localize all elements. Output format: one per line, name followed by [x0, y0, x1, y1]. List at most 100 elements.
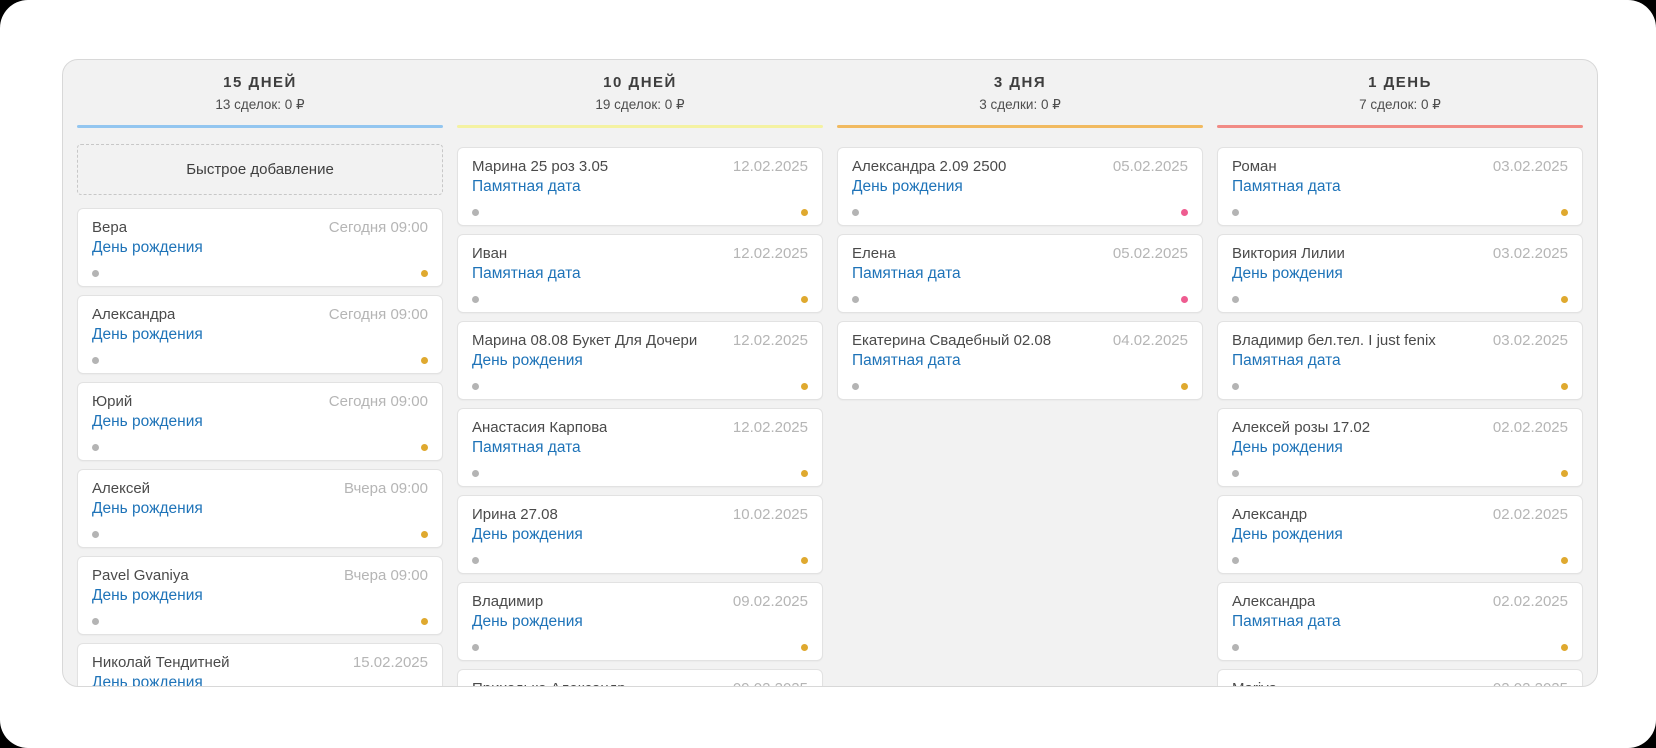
- deal-date: 04.02.2025: [1113, 332, 1188, 349]
- deal-status-row: [472, 383, 808, 390]
- deal-card[interactable]: Марина 08.08 Букет Для Дочери 12.02.2025…: [457, 321, 823, 400]
- deal-name: Александра 2.09 2500: [852, 158, 1006, 175]
- deal-card[interactable]: Вера Сегодня 09:00 День рождения: [77, 208, 443, 287]
- deal-name: Александр: [1232, 506, 1307, 523]
- status-dot-gray-icon: [92, 531, 99, 538]
- deal-date: 12.02.2025: [733, 419, 808, 436]
- status-dot-gray-icon: [472, 644, 479, 651]
- deal-card-header: Владимир бел.тел. I just fenix 03.02.202…: [1232, 332, 1568, 349]
- deal-card[interactable]: Приходько Александр 09.02.2025 День рожд…: [457, 669, 823, 687]
- kanban-board: 15 ДНЕЙ 13 сделок: 0 ₽ Быстрое добавлени…: [62, 59, 1598, 687]
- deal-tag-link[interactable]: День рождения: [1232, 439, 1343, 457]
- deal-card[interactable]: Ирина 27.08 10.02.2025 День рождения: [457, 495, 823, 574]
- deal-tag-link[interactable]: День рождения: [92, 239, 203, 257]
- deal-tag-link[interactable]: Памятная дата: [472, 265, 581, 283]
- deal-card-header: Александра Сегодня 09:00: [92, 306, 428, 323]
- deal-card[interactable]: Иван 12.02.2025 Памятная дата: [457, 234, 823, 313]
- column-header: 10 ДНЕЙ 19 сделок: 0 ₽: [457, 60, 823, 113]
- deal-date: 09.02.2025: [733, 680, 808, 687]
- deal-card[interactable]: Pavel Gvaniya Вчера 09:00 День рождения: [77, 556, 443, 635]
- deal-status-row: [92, 531, 428, 538]
- deal-tag-link[interactable]: Памятная дата: [472, 439, 581, 457]
- status-dot-gray-icon: [1232, 557, 1239, 564]
- deal-tag-link[interactable]: День рождения: [92, 413, 203, 431]
- deal-name: Алексей: [92, 480, 150, 497]
- deal-date: 12.02.2025: [733, 245, 808, 262]
- column-title: 15 ДНЕЙ: [77, 74, 443, 91]
- deal-tag-link[interactable]: День рождения: [472, 352, 583, 370]
- deal-tag-link[interactable]: День рождения: [1232, 526, 1343, 544]
- deal-name: Ирина 27.08: [472, 506, 558, 523]
- deal-date: Сегодня 09:00: [329, 219, 428, 236]
- status-dot-colored-icon: [421, 270, 428, 277]
- deal-card[interactable]: Александра Сегодня 09:00 День рождения: [77, 295, 443, 374]
- deal-name: Роман: [1232, 158, 1277, 175]
- deal-tag-link[interactable]: День рождения: [1232, 265, 1343, 283]
- deal-card[interactable]: Владимир бел.тел. I just fenix 03.02.202…: [1217, 321, 1583, 400]
- columns-container: 15 ДНЕЙ 13 сделок: 0 ₽ Быстрое добавлени…: [77, 60, 1583, 686]
- status-dot-colored-icon: [1561, 557, 1568, 564]
- deal-tag-link[interactable]: Памятная дата: [1232, 352, 1341, 370]
- column-header: 15 ДНЕЙ 13 сделок: 0 ₽: [77, 60, 443, 113]
- deal-card[interactable]: Виктория Лилии 03.02.2025 День рождения: [1217, 234, 1583, 313]
- column-accent-line: [837, 125, 1203, 128]
- deal-status-row: [1232, 296, 1568, 303]
- deal-status-row: [1232, 470, 1568, 477]
- deal-status-row: [472, 644, 808, 651]
- deal-card[interactable]: Алексей Вчера 09:00 День рождения: [77, 469, 443, 548]
- deal-tag-link[interactable]: День рождения: [92, 500, 203, 518]
- deal-tag-link[interactable]: День рождения: [92, 674, 203, 687]
- deal-name: Mariya: [1232, 680, 1277, 687]
- deal-card[interactable]: Марина 25 роз 3.05 12.02.2025 Памятная д…: [457, 147, 823, 226]
- deal-card-header: Владимир 09.02.2025: [472, 593, 808, 610]
- deal-status-row: [472, 296, 808, 303]
- deal-tag-link[interactable]: День рождения: [852, 178, 963, 196]
- deal-card[interactable]: Анастасия Карпова 12.02.2025 Памятная да…: [457, 408, 823, 487]
- deal-card[interactable]: Владимир 09.02.2025 День рождения: [457, 582, 823, 661]
- deal-card[interactable]: Елена 05.02.2025 Памятная дата: [837, 234, 1203, 313]
- status-dot-colored-icon: [1561, 209, 1568, 216]
- deal-name: Екатерина Свадебный 02.08: [852, 332, 1051, 349]
- deal-card-header: Роман 03.02.2025: [1232, 158, 1568, 175]
- deal-tag-link[interactable]: День рождения: [472, 526, 583, 544]
- status-dot-gray-icon: [852, 383, 859, 390]
- deal-card-header: Алексей Вчера 09:00: [92, 480, 428, 497]
- status-dot-colored-icon: [801, 470, 808, 477]
- deal-tag-link[interactable]: Памятная дата: [852, 265, 961, 283]
- deal-card-header: Екатерина Свадебный 02.08 04.02.2025: [852, 332, 1188, 349]
- deal-card[interactable]: Юрий Сегодня 09:00 День рождения: [77, 382, 443, 461]
- deal-tag-link[interactable]: День рождения: [92, 326, 203, 344]
- status-dot-gray-icon: [472, 209, 479, 216]
- status-dot-gray-icon: [1232, 209, 1239, 216]
- deal-name: Марина 25 роз 3.05: [472, 158, 608, 175]
- deal-card-header: Юрий Сегодня 09:00: [92, 393, 428, 410]
- deal-date: Вчера 09:00: [344, 480, 428, 497]
- quick-add-button[interactable]: Быстрое добавление: [77, 144, 443, 195]
- deal-card[interactable]: Роман 03.02.2025 Памятная дата: [1217, 147, 1583, 226]
- deal-status-row: [852, 383, 1188, 390]
- deal-card[interactable]: Екатерина Свадебный 02.08 04.02.2025 Пам…: [837, 321, 1203, 400]
- status-dot-gray-icon: [92, 444, 99, 451]
- deal-name: Приходько Александр: [472, 680, 626, 687]
- deal-card[interactable]: Mariya 02.02.2025 Памятная дата: [1217, 669, 1583, 687]
- deal-card[interactable]: Александра 2.09 2500 05.02.2025 День рож…: [837, 147, 1203, 226]
- deal-tag-link[interactable]: Памятная дата: [852, 352, 961, 370]
- status-dot-colored-icon: [1561, 383, 1568, 390]
- deal-card[interactable]: Александр 02.02.2025 День рождения: [1217, 495, 1583, 574]
- deal-date: 10.02.2025: [733, 506, 808, 523]
- deal-card[interactable]: Николай Тендитней 15.02.2025 День рожден…: [77, 643, 443, 687]
- deal-card[interactable]: Александра 02.02.2025 Памятная дата: [1217, 582, 1583, 661]
- deal-card[interactable]: Алексей розы 17.02 02.02.2025 День рожде…: [1217, 408, 1583, 487]
- deal-tag-link[interactable]: Памятная дата: [1232, 178, 1341, 196]
- deal-card-header: Алексей розы 17.02 02.02.2025: [1232, 419, 1568, 436]
- deal-card-header: Pavel Gvaniya Вчера 09:00: [92, 567, 428, 584]
- deal-card-header: Анастасия Карпова 12.02.2025: [472, 419, 808, 436]
- deal-tag-link[interactable]: Памятная дата: [1232, 613, 1341, 631]
- deal-tag-link[interactable]: День рождения: [472, 613, 583, 631]
- deal-tag-link[interactable]: Памятная дата: [472, 178, 581, 196]
- deal-card-header: Ирина 27.08 10.02.2025: [472, 506, 808, 523]
- deal-tag-link[interactable]: День рождения: [92, 587, 203, 605]
- deal-date: 15.02.2025: [353, 654, 428, 671]
- deal-date: 12.02.2025: [733, 158, 808, 175]
- deal-date: 02.02.2025: [1493, 680, 1568, 687]
